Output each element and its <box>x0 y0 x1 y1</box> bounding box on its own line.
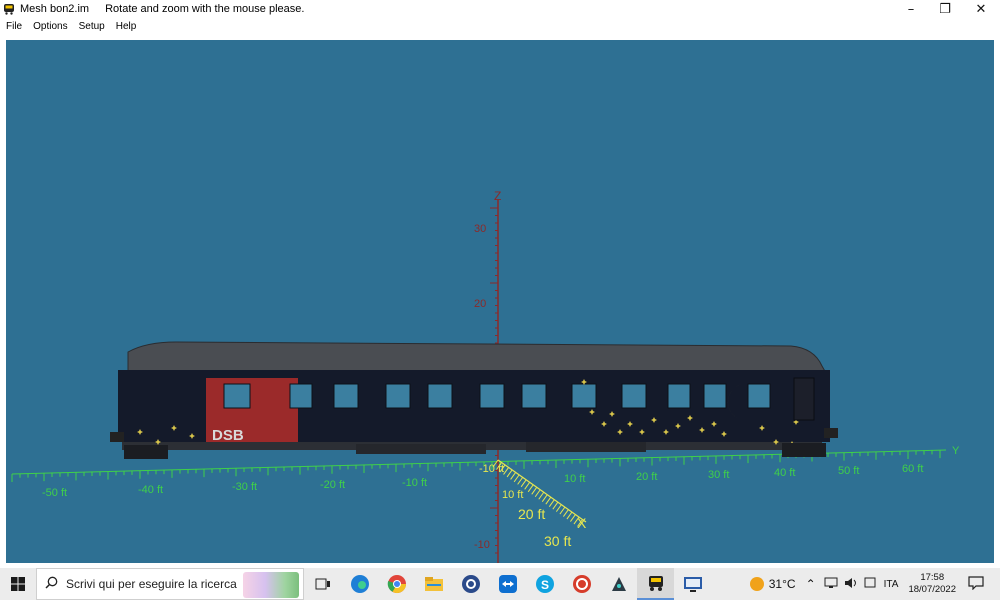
restore-button[interactable]: ❐ <box>928 0 962 18</box>
trainz-icon[interactable] <box>637 568 674 600</box>
taskbar-search-box[interactable]: Scrivi qui per eseguire la ricerca <box>36 568 304 600</box>
x-tick-label: 30 ft <box>544 533 571 549</box>
ccleaner-icon[interactable] <box>563 568 600 600</box>
menu-options[interactable]: Options <box>27 21 72 32</box>
x-axis-tick <box>527 484 534 493</box>
z-axis-label: Z <box>494 189 501 203</box>
dsb-logo: DSB <box>212 427 244 444</box>
railcar-window <box>747 383 771 409</box>
y-tick-label: -50 ft <box>42 487 67 499</box>
search-placeholder: Scrivi qui per eseguire la ricerca <box>66 577 237 591</box>
network-icon[interactable] <box>824 577 838 592</box>
taskbar: Scrivi qui per eseguire la ricerca S 31°… <box>0 568 1000 600</box>
railcar-window <box>621 383 647 409</box>
railcar-window <box>667 383 691 409</box>
x-axis-tick <box>513 474 520 483</box>
message-icon[interactable] <box>864 577 876 592</box>
monitor-icon[interactable] <box>674 568 711 600</box>
train-app-icon <box>2 2 16 16</box>
railcar-window <box>479 383 505 409</box>
vpn-icon[interactable] <box>600 568 637 600</box>
3d-viewport[interactable]: -50 ft -40 ft -30 ft -20 ft -10 ft 10 ft… <box>6 40 994 563</box>
x-axis-tick <box>570 514 576 522</box>
system-tray: 31°C ⌃ ITA 17:58 18/07/2022 <box>749 568 1000 600</box>
x-axis-tick <box>517 477 524 485</box>
x-axis-tick <box>548 499 555 507</box>
y-tick-label: -10 ft <box>402 477 427 489</box>
x-axis-tick <box>520 479 527 488</box>
y-axis-label: Y <box>952 445 960 457</box>
x-axis-tick <box>524 482 531 490</box>
y-tick-label: 10 ft <box>564 473 585 485</box>
y-tick-label: -30 ft <box>232 481 257 493</box>
y-tick-label: 40 ft <box>774 467 795 479</box>
teamviewer-icon[interactable] <box>489 568 526 600</box>
x-axis-tick <box>552 501 559 510</box>
railcar-window <box>289 383 313 409</box>
menu-setup[interactable]: Setup <box>73 21 110 32</box>
chevron-up-icon[interactable]: ⌃ <box>806 577 816 591</box>
railcar-window <box>333 383 359 409</box>
clock-time: 17:58 <box>920 572 945 583</box>
volume-icon[interactable] <box>844 577 858 592</box>
z-tick-label: 30 <box>474 223 486 235</box>
x-axis-tick <box>562 509 569 517</box>
x-axis-tick <box>559 506 566 515</box>
edge-icon[interactable] <box>341 568 378 600</box>
skype-icon[interactable]: S <box>526 568 563 600</box>
x-axis-tick <box>531 486 538 495</box>
x-axis-tick <box>503 467 509 475</box>
clock[interactable]: 17:58 18/07/2022 <box>908 572 956 596</box>
z-tick-label: -10 <box>474 539 490 551</box>
railcar-model[interactable]: DSB <box>110 341 838 459</box>
minimize-button[interactable]: – <box>894 0 928 18</box>
weather-icon[interactable] <box>749 576 765 592</box>
y-tick-label: 50 ft <box>838 465 859 477</box>
language-indicator[interactable]: ITA <box>884 579 899 590</box>
x-tick-label: 20 ft <box>518 506 545 522</box>
svg-text:S: S <box>541 578 549 592</box>
scene[interactable]: -50 ft -40 ft -30 ft -20 ft -10 ft 10 ft… <box>6 40 994 563</box>
title-bar: Mesh bon2.im Rotate and zoom with the mo… <box>0 0 1000 18</box>
chrome-icon[interactable] <box>378 568 415 600</box>
github-icon[interactable] <box>452 568 489 600</box>
y-tick-label: -20 ft <box>320 479 345 491</box>
x-axis-label: X <box>577 515 587 531</box>
close-button[interactable]: ✕ <box>964 0 998 18</box>
notification-icon[interactable] <box>968 575 984 593</box>
window-hint: Rotate and zoom with the mouse please. <box>105 3 305 15</box>
x-axis-tick <box>506 469 513 478</box>
y-tick-label: 30 ft <box>708 469 729 481</box>
menu-file[interactable]: File <box>0 21 27 32</box>
y-tick-label: -40 ft <box>138 484 163 496</box>
weather-temperature[interactable]: 31°C <box>769 577 796 591</box>
x-tick-label: -10 ft <box>479 463 504 475</box>
windows-start-icon[interactable] <box>0 568 36 600</box>
x-axis-tick <box>534 489 541 498</box>
x-axis-tick <box>545 496 552 505</box>
railcar-window <box>223 383 251 409</box>
clock-date: 18/07/2022 <box>908 584 956 595</box>
railcar-window <box>427 383 453 409</box>
y-tick-label: 60 ft <box>902 463 923 475</box>
x-axis-tick <box>538 491 545 500</box>
x-axis-tick <box>566 511 573 520</box>
x-axis-tick <box>555 504 562 512</box>
railcar-window <box>385 383 411 409</box>
search-icon <box>45 576 58 592</box>
x-tick-label: 10 ft <box>502 489 523 501</box>
railcar-window <box>571 383 597 409</box>
menu-help[interactable]: Help <box>110 21 142 32</box>
x-axis-tick <box>541 494 548 503</box>
window-title: Mesh bon2.im <box>20 3 90 15</box>
x-axis-tick <box>510 472 517 480</box>
z-tick-label: 20 <box>474 298 486 310</box>
file-explorer-icon[interactable] <box>415 568 452 600</box>
task-view-icon[interactable] <box>304 568 341 600</box>
railcar-window <box>521 383 547 409</box>
railcar-window <box>703 383 727 409</box>
search-highlight-image <box>243 572 299 598</box>
y-tick-label: 20 ft <box>636 471 657 483</box>
menu-bar: File Options Setup Help <box>0 18 1000 35</box>
